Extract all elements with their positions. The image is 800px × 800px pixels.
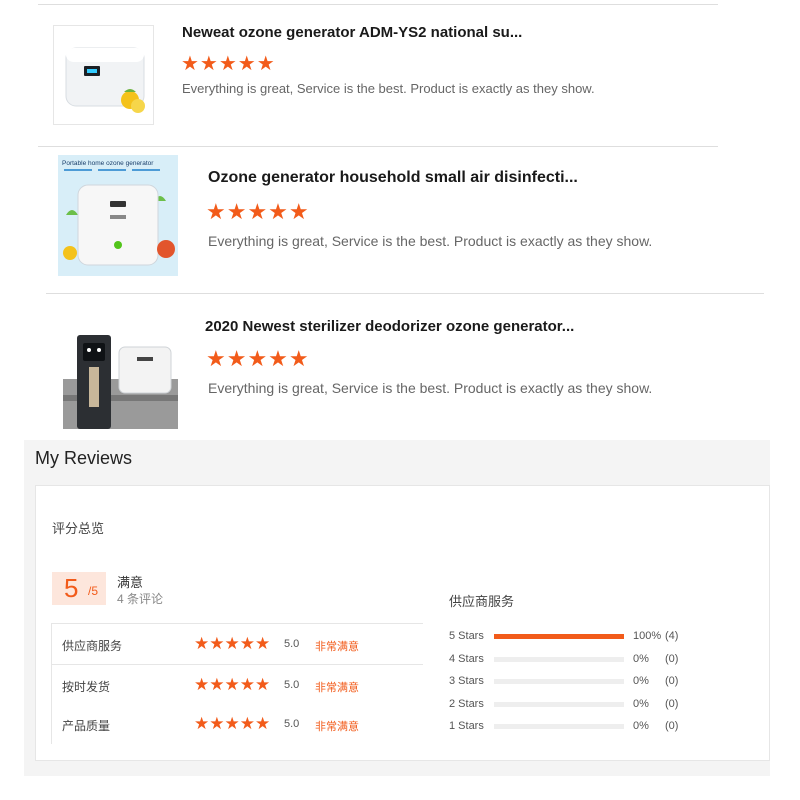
distribution-percent: 100% [633, 630, 662, 642]
reviews-title: My Reviews [35, 448, 133, 468]
star-level-label: 2 Stars [449, 697, 484, 710]
distribution-bar [494, 656, 624, 662]
rating-value: 5.0 [284, 679, 300, 691]
distribution-percent: 0% [633, 652, 649, 665]
rating-stars: ★★★★★ [194, 714, 271, 733]
rating-breakdown: 供应商服务 ★★★★★ 5.0 非常满意 按时发货 ★★★★★ 5.0 非常满意… [51, 623, 423, 744]
product-title[interactable]: Neweat ozone generator ADM-YS2 national … [182, 24, 522, 41]
rating-stars: ★★★★★ [194, 675, 271, 694]
rating-row: 供应商服务 ★★★★★ 5.0 非常满意 [52, 624, 423, 664]
rating-row: 产品质量 ★★★★★ 5.0 非常满意 [52, 704, 423, 744]
star-level-label: 1 Stars [449, 720, 484, 732]
distribution-row: 2 Stars 0% (0) [449, 696, 709, 719]
distribution-count: (4) [665, 630, 679, 642]
top-divider [38, 4, 718, 5]
rating-stars: ★★★★★ [194, 634, 271, 653]
rating-label: 产品质量 [62, 719, 111, 733]
rating-value: 5.0 [284, 638, 300, 650]
distribution-bar [494, 701, 624, 707]
rating-label: 按时发货 [62, 680, 111, 694]
rating-label: 供应商服务 [62, 639, 123, 653]
rating-stars: ★★★★★ [206, 346, 310, 371]
rating-value: 5.0 [284, 718, 300, 730]
distribution-row: 3 Stars 0% (0) [449, 673, 709, 696]
product-image[interactable] [63, 317, 178, 429]
product-title[interactable]: Ozone generator household small air disi… [208, 169, 578, 187]
overall-score: 5 [64, 573, 79, 603]
overview-label: 评分总览 [52, 521, 105, 536]
distribution-bar [494, 724, 624, 729]
star-level-label: 4 Stars [449, 652, 484, 665]
rating-sentiment: 非常满意 [315, 721, 359, 733]
rating-sentiment: 非常满意 [315, 682, 359, 694]
ozone-device-image [54, 26, 153, 124]
distribution-bar [494, 634, 624, 639]
distribution-count: (0) [665, 697, 679, 710]
distribution-bar [494, 679, 624, 684]
score-denominator: /5 [88, 584, 99, 598]
supplier-service-title: 供应商服务 [449, 594, 515, 609]
card-divider [38, 146, 718, 147]
product-image[interactable]: Portable home ozone generator [58, 155, 178, 276]
score-sentiment: 满意 [117, 575, 144, 590]
rating-stars: ★★★★★ [206, 199, 310, 224]
review-count: 4 条评论 [117, 592, 164, 606]
ozone-device-image: Portable home ozone generator [58, 155, 178, 276]
rating-sentiment: 非常满意 [315, 641, 359, 653]
review-text: Everything is great, Service is the best… [182, 81, 595, 96]
card-divider [46, 293, 764, 294]
distribution-row: 4 Stars 0% (0) [449, 651, 709, 674]
star-level-label: 5 Stars [449, 630, 484, 642]
product-image[interactable] [53, 25, 154, 125]
distribution-count: (0) [665, 675, 679, 687]
distribution-percent: 0% [633, 720, 649, 732]
distribution-count: (0) [665, 652, 679, 665]
star-distribution: 5 Stars 100% (4) 4 Stars 0% (0) 3 Stars … [449, 628, 709, 741]
distribution-row: 5 Stars 100% (4) [449, 628, 709, 651]
star-level-label: 3 Stars [449, 675, 484, 687]
review-text: Everything is great, Service is the best… [208, 380, 653, 396]
image-caption: Portable home ozone generator [62, 160, 154, 167]
rating-row: 按时发货 ★★★★★ 5.0 非常满意 [52, 664, 423, 704]
ozone-device-image [63, 317, 178, 429]
distribution-bar-fill [494, 634, 624, 639]
product-title[interactable]: 2020 Newest sterilizer deodorizer ozone … [205, 318, 574, 335]
distribution-percent: 0% [633, 675, 649, 687]
distribution-row: 1 Stars 0% (0) [449, 718, 709, 741]
distribution-count: (0) [665, 720, 679, 732]
review-text: Everything is great, Service is the best… [208, 233, 653, 249]
rating-stars: ★★★★★ [181, 53, 276, 75]
distribution-percent: 0% [633, 697, 649, 710]
